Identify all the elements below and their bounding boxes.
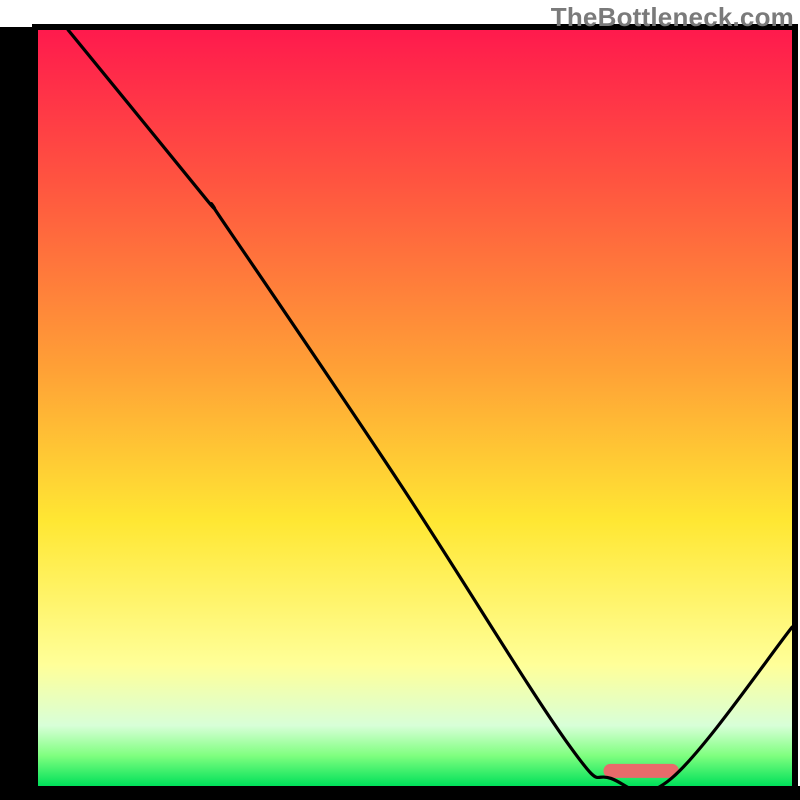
chart-container: TheBottleneck.com [0, 0, 800, 800]
watermark-text: TheBottleneck.com [551, 2, 794, 33]
bottleneck-chart [0, 0, 800, 800]
left-axis-fill [0, 27, 38, 800]
bottom-axis-fill [0, 786, 800, 800]
plot-background [38, 30, 792, 786]
optimal-range-bar [604, 764, 679, 778]
